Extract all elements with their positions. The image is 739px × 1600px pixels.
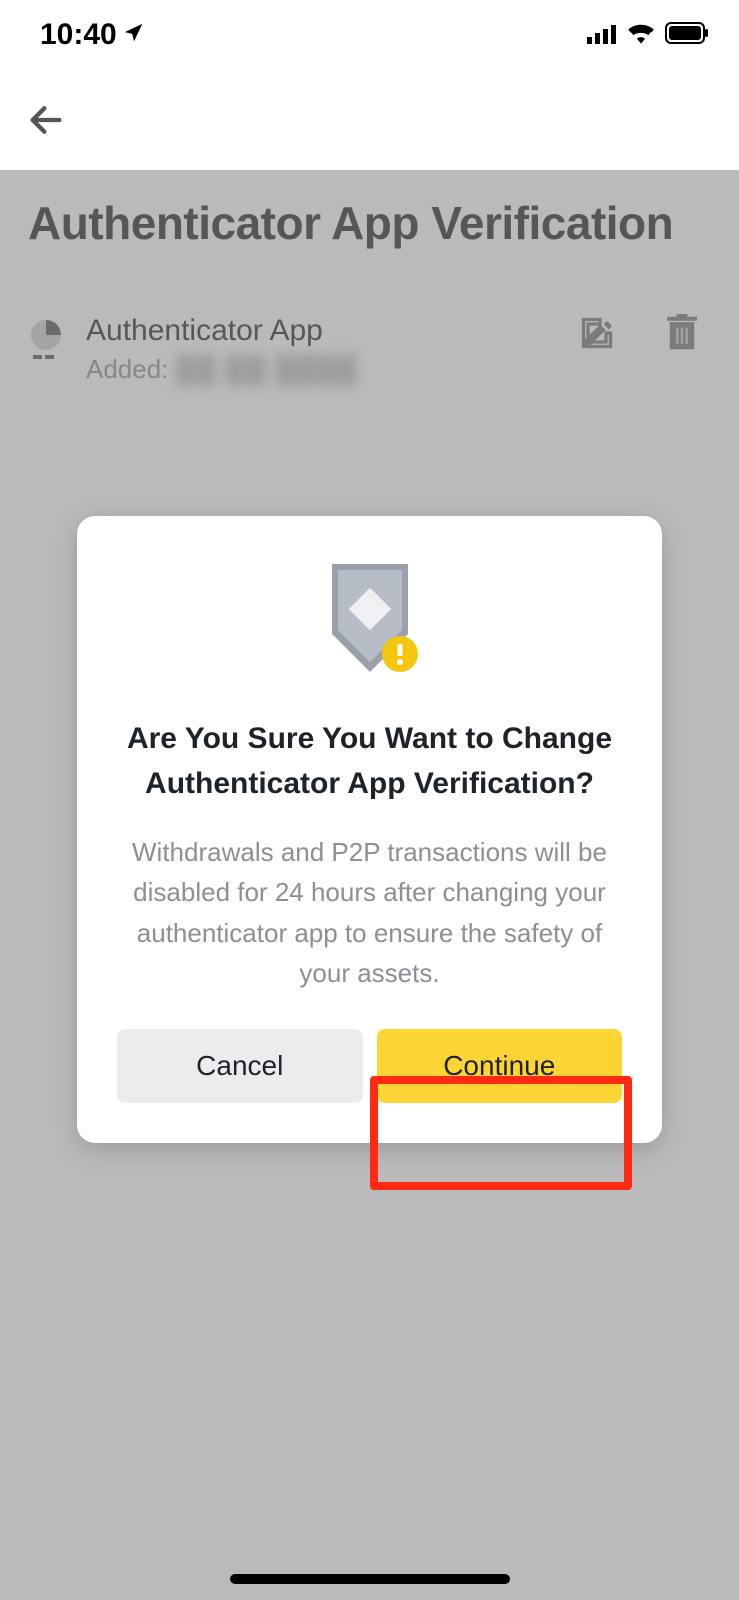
nav-bar xyxy=(0,70,739,170)
status-icons xyxy=(587,18,709,52)
confirm-modal: Are You Sure You Want to Change Authenti… xyxy=(77,516,662,1143)
modal-body: Withdrawals and P2P transactions will be… xyxy=(117,832,622,993)
cellular-icon xyxy=(587,18,617,52)
continue-button[interactable]: Continue xyxy=(377,1029,623,1103)
status-time: 10:40 xyxy=(40,18,117,52)
back-button[interactable] xyxy=(24,98,68,142)
cancel-button[interactable]: Cancel xyxy=(117,1029,363,1103)
status-bar: 10:40 xyxy=(0,0,739,70)
modal-title: Are You Sure You Want to Change Authenti… xyxy=(117,716,622,806)
battery-icon xyxy=(665,18,709,52)
home-indicator xyxy=(230,1574,510,1584)
modal-buttons: Cancel Continue xyxy=(117,1029,622,1103)
modal-shield-icon xyxy=(117,562,622,682)
wifi-icon xyxy=(627,18,655,52)
location-icon xyxy=(123,18,145,52)
status-time-group: 10:40 xyxy=(40,18,145,52)
